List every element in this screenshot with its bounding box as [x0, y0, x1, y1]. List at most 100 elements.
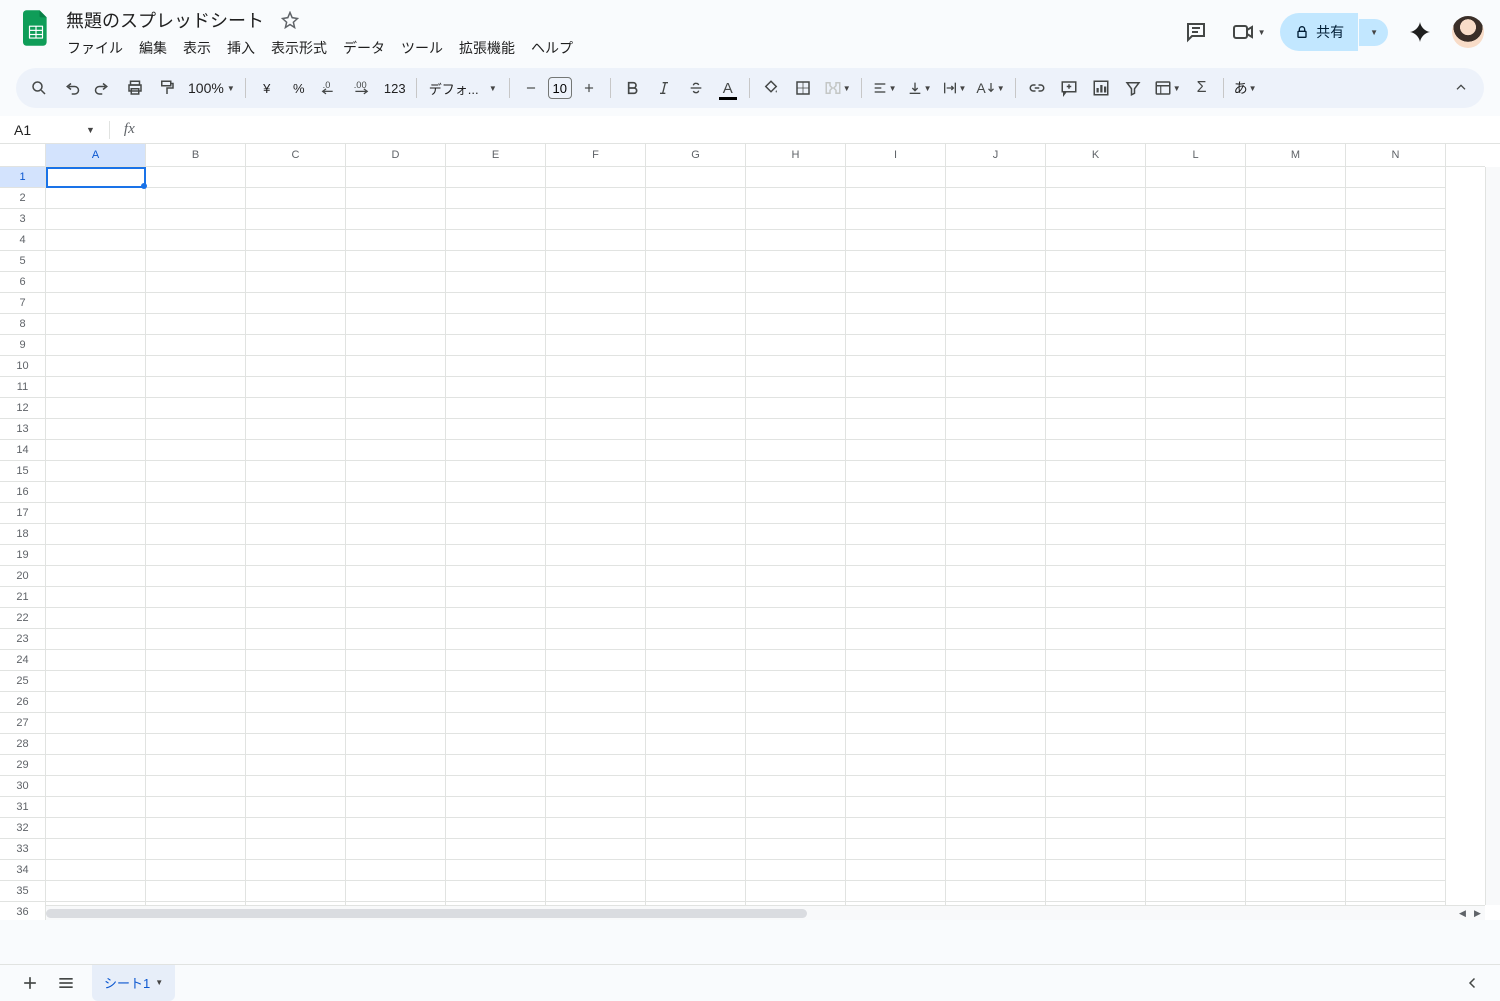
cell[interactable] [746, 335, 846, 356]
cell[interactable] [1046, 440, 1146, 461]
cell[interactable] [1346, 503, 1446, 524]
cell[interactable] [446, 881, 546, 902]
cell[interactable] [546, 797, 646, 818]
cell[interactable] [346, 755, 446, 776]
cell[interactable] [146, 671, 246, 692]
cell[interactable] [446, 587, 546, 608]
cell[interactable] [546, 230, 646, 251]
cell[interactable] [1046, 482, 1146, 503]
row-header[interactable]: 24 [0, 650, 45, 671]
cell[interactable] [346, 545, 446, 566]
cell[interactable] [346, 860, 446, 881]
cell[interactable] [346, 188, 446, 209]
cell[interactable] [646, 797, 746, 818]
cell[interactable] [546, 818, 646, 839]
cell[interactable] [346, 419, 446, 440]
cell[interactable] [1146, 293, 1246, 314]
cell[interactable] [446, 440, 546, 461]
cell[interactable] [146, 734, 246, 755]
font-family-dropdown[interactable]: デフォ...▼ [423, 73, 503, 103]
cell[interactable] [646, 398, 746, 419]
cell[interactable] [346, 713, 446, 734]
cell[interactable] [846, 356, 946, 377]
row-header[interactable]: 9 [0, 335, 45, 356]
document-title[interactable]: 無題のスプレッドシート [60, 5, 270, 35]
cell[interactable] [746, 188, 846, 209]
cell[interactable] [446, 209, 546, 230]
cell[interactable] [546, 167, 646, 188]
cell[interactable] [46, 272, 146, 293]
cell[interactable] [46, 314, 146, 335]
cell[interactable] [946, 230, 1046, 251]
cell[interactable] [646, 566, 746, 587]
cell[interactable] [1346, 629, 1446, 650]
cell[interactable] [846, 671, 946, 692]
cell[interactable] [46, 482, 146, 503]
cell[interactable] [646, 608, 746, 629]
cell[interactable] [746, 776, 846, 797]
cell[interactable] [446, 734, 546, 755]
cell[interactable] [46, 377, 146, 398]
cell[interactable] [846, 524, 946, 545]
cell[interactable] [646, 419, 746, 440]
cell[interactable] [546, 356, 646, 377]
cell[interactable] [1046, 881, 1146, 902]
cell[interactable] [946, 314, 1046, 335]
cell[interactable] [446, 713, 546, 734]
cell[interactable] [1046, 461, 1146, 482]
cell[interactable] [546, 776, 646, 797]
cell[interactable] [846, 692, 946, 713]
cell[interactable] [946, 461, 1046, 482]
cell[interactable] [746, 545, 846, 566]
cell[interactable] [1346, 818, 1446, 839]
cell[interactable] [46, 251, 146, 272]
cell[interactable] [46, 524, 146, 545]
collapse-toolbar-icon[interactable] [1446, 73, 1476, 103]
name-box-input[interactable] [8, 120, 80, 140]
cell[interactable] [846, 839, 946, 860]
cell[interactable] [446, 839, 546, 860]
cell[interactable] [746, 881, 846, 902]
fill-color-button[interactable] [756, 73, 786, 103]
cell[interactable] [1346, 482, 1446, 503]
paint-format-icon[interactable] [152, 73, 182, 103]
insert-chart-icon[interactable] [1086, 73, 1116, 103]
cell[interactable] [446, 608, 546, 629]
cell[interactable] [1246, 314, 1346, 335]
cell[interactable] [1346, 608, 1446, 629]
cell[interactable] [1146, 692, 1246, 713]
cell[interactable] [1146, 587, 1246, 608]
cell[interactable] [1246, 797, 1346, 818]
cell[interactable] [546, 440, 646, 461]
cell[interactable] [746, 734, 846, 755]
all-sheets-icon[interactable] [48, 965, 84, 1001]
gemini-icon[interactable] [1400, 12, 1440, 52]
cell[interactable] [546, 671, 646, 692]
cell[interactable] [1346, 797, 1446, 818]
cell[interactable] [346, 839, 446, 860]
horizontal-align-button[interactable]: ▼ [868, 73, 901, 103]
column-header[interactable]: F [546, 144, 646, 166]
cell[interactable] [146, 524, 246, 545]
cell[interactable] [1046, 671, 1146, 692]
cell[interactable] [546, 692, 646, 713]
cell[interactable] [446, 503, 546, 524]
cell[interactable] [1246, 545, 1346, 566]
cell[interactable] [246, 482, 346, 503]
cell[interactable] [446, 755, 546, 776]
cell[interactable] [946, 692, 1046, 713]
cell[interactable] [46, 188, 146, 209]
cell[interactable] [1146, 377, 1246, 398]
cell[interactable] [946, 629, 1046, 650]
cell[interactable] [346, 671, 446, 692]
cell[interactable] [446, 566, 546, 587]
more-formats-button[interactable]: 123 [380, 73, 410, 103]
cell[interactable] [46, 398, 146, 419]
cell[interactable] [1046, 734, 1146, 755]
cell[interactable] [646, 482, 746, 503]
cell[interactable] [846, 251, 946, 272]
cell[interactable] [346, 314, 446, 335]
cell[interactable] [1346, 209, 1446, 230]
cell[interactable] [1346, 734, 1446, 755]
cell[interactable] [746, 461, 846, 482]
